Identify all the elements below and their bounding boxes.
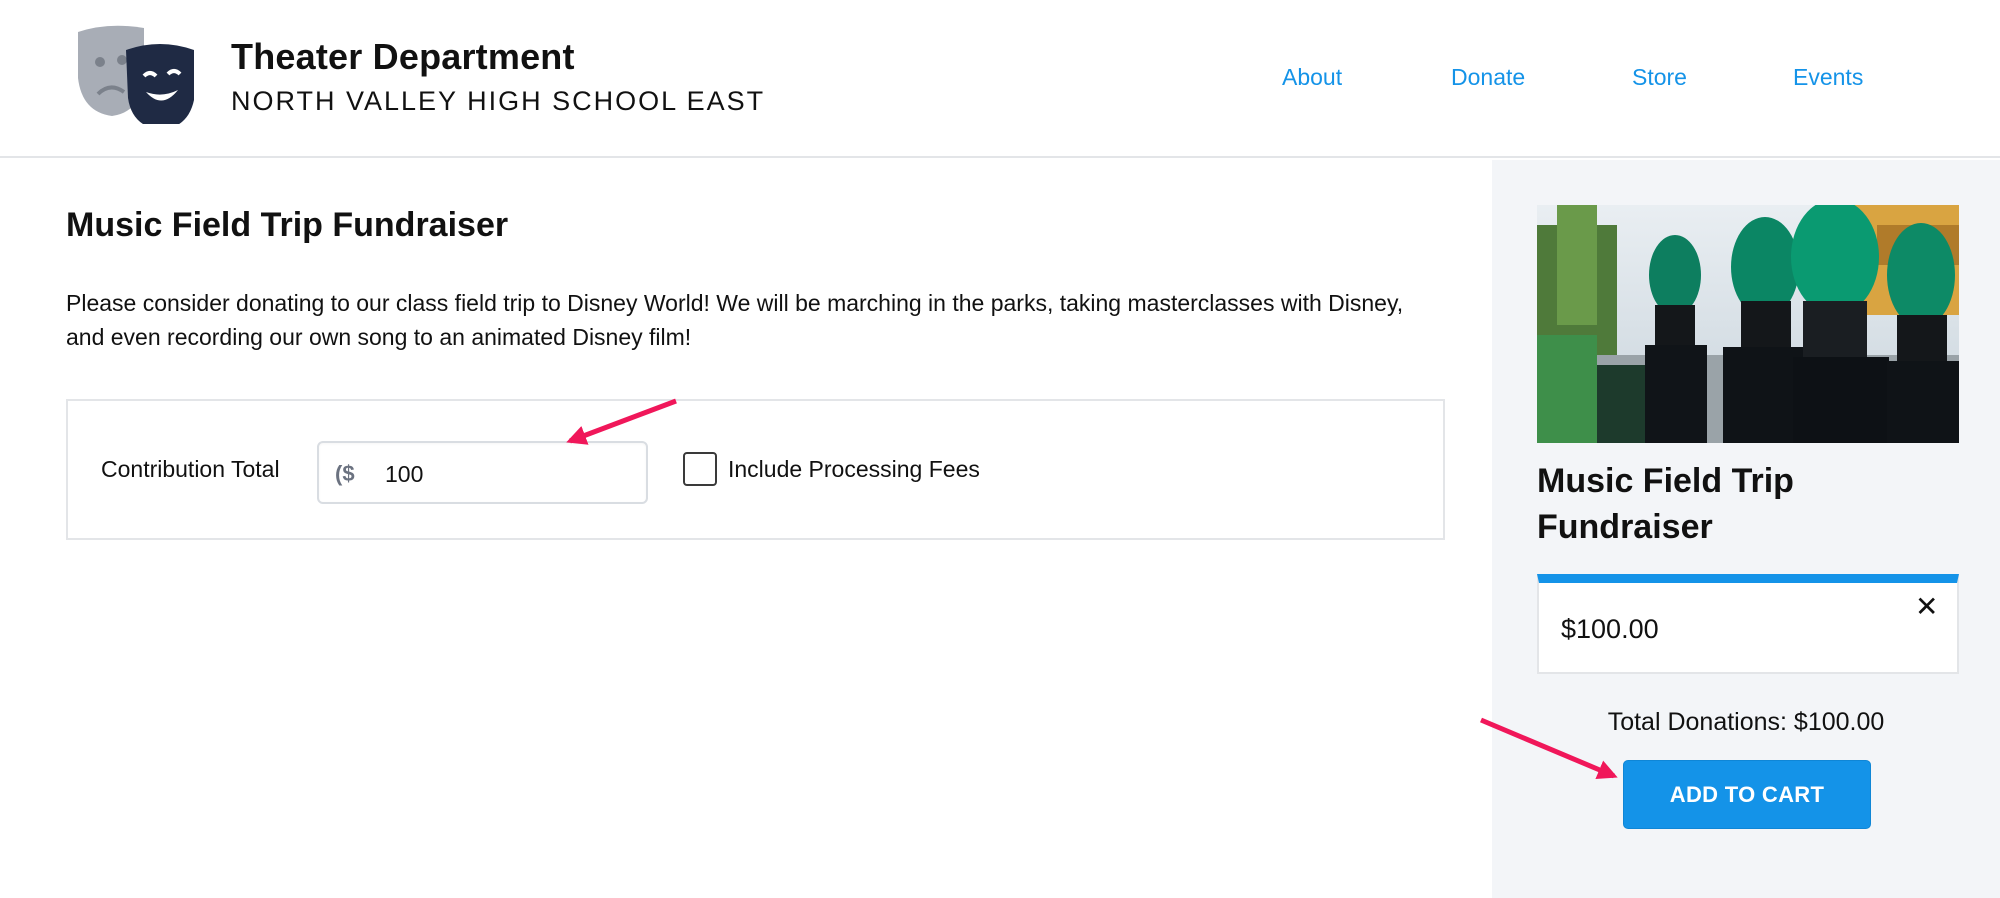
theater-masks-logo[interactable] xyxy=(74,24,198,124)
marching-band-photo xyxy=(1537,205,1959,443)
sidebar-fundraiser-title: Music Field Trip Fundraiser xyxy=(1537,462,1794,546)
add-to-cart-button[interactable]: ADD TO CART xyxy=(1623,760,1871,829)
site-title: Theater Department xyxy=(231,36,575,77)
amount-field[interactable]: ($ xyxy=(317,441,648,504)
nav-events[interactable]: Events xyxy=(1793,64,1863,91)
contribution-label: Contribution Total xyxy=(101,456,280,482)
contribution-amount-input[interactable] xyxy=(385,455,635,493)
nav-store[interactable]: Store xyxy=(1632,64,1687,91)
currency-prefix: ($ xyxy=(335,461,355,486)
page-title: Music Field Trip Fundraiser xyxy=(66,206,509,244)
nav-about[interactable]: About xyxy=(1282,64,1342,91)
close-icon[interactable]: ✕ xyxy=(1915,590,1938,623)
processing-fees-label[interactable]: Include Processing Fees xyxy=(728,456,980,483)
fundraiser-description: Please consider donating to our class fi… xyxy=(66,290,1404,350)
site-header: Theater Department NORTH VALLEY HIGH SCH… xyxy=(0,0,2000,158)
processing-fees-checkbox[interactable] xyxy=(683,452,717,486)
site-subtitle: NORTH VALLEY HIGH SCHOOL EAST xyxy=(231,86,766,116)
total-donations: Total Donations: $100.00 xyxy=(1607,708,1885,736)
happy-mask-shape xyxy=(126,44,194,124)
nav-donate[interactable]: Donate xyxy=(1451,64,1525,91)
cart-item-amount: $100.00 xyxy=(1561,614,1659,644)
